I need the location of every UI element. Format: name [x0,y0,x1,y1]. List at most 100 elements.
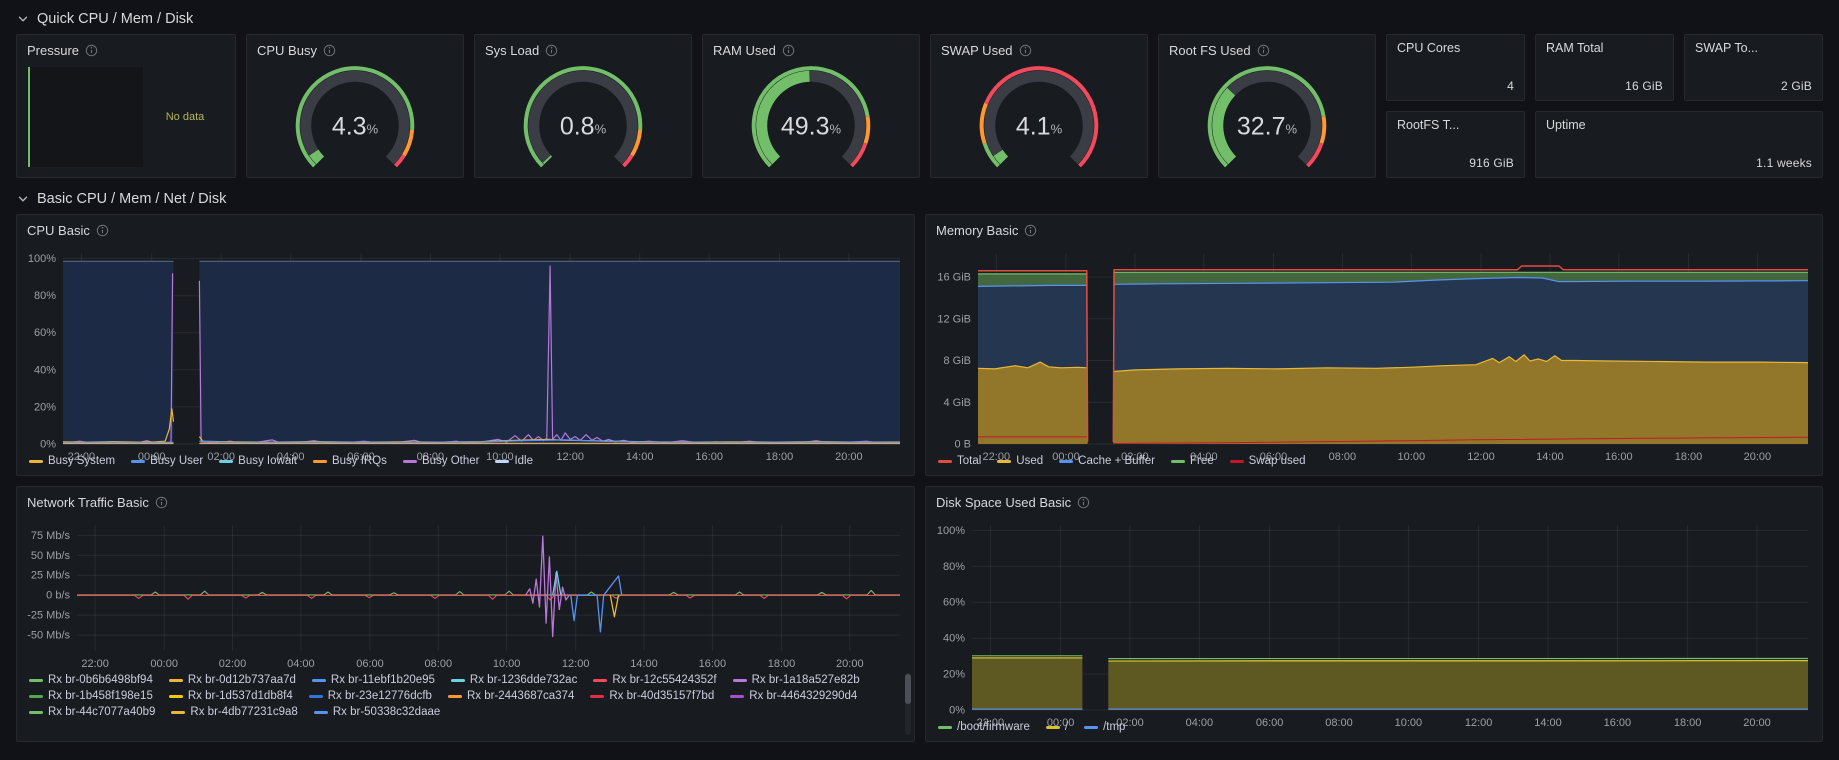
panel-cpu-busy: CPU Busy 4.3% [246,34,464,178]
legend-item[interactable]: Rx br-11ebf1b20e95 [311,674,435,686]
panel-disk-space-used-basic: Disk Space Used Basic 22:00 00:00 02:00 04:… [925,486,1823,742]
legend-item[interactable]: Rx br-23e12776dcfb [308,690,432,702]
panel-ram-used: RAM Used 49.3% [702,34,920,178]
svg-text:12:00: 12:00 [562,658,590,670]
panel-title-sys-load[interactable]: Sys Load [475,35,691,65]
info-icon[interactable] [323,44,336,57]
panel-title-network-traffic-basic[interactable]: Network Traffic Basic [17,487,914,517]
svg-text:04:00: 04:00 [287,658,315,670]
pressure-sparkline[interactable] [27,67,143,167]
info-icon[interactable] [96,224,109,237]
legend-item[interactable]: Busy User [131,455,203,467]
legend-item[interactable]: Busy Iowait [219,455,297,467]
panel-uptime: Uptime 1.1 weeks [1535,111,1823,178]
series-color-dash [590,694,605,698]
svg-text:40%: 40% [943,633,965,645]
series-color-dash [311,678,326,682]
legend-item[interactable]: Busy Other [402,455,479,467]
memory-basic-plot[interactable]: 22:00 00:00 02:00 04:00 06:00 08:00 10:00 12:00… [926,245,1822,463]
panel-title-swap-used[interactable]: SWAP Used [931,35,1147,65]
panel-title-text: CPU Basic [27,222,90,238]
panel-title-cpu-cores[interactable]: CPU Cores [1387,35,1524,61]
legend-item[interactable]: Rx br-40d35157f7bd [590,690,714,702]
panel-title-cpu-basic[interactable]: CPU Basic [17,215,914,245]
panel-title-ram-used[interactable]: RAM Used [703,35,919,65]
legend-label: Rx br-1236dde732ac [469,674,578,686]
no-data-text: No data [165,111,205,123]
info-icon[interactable] [545,44,558,57]
panel-title-root-fs-used[interactable]: Root FS Used [1159,35,1375,65]
info-icon[interactable] [782,44,795,57]
legend-item[interactable]: / [1045,721,1068,733]
legend-item[interactable]: Rx br-50338c32daae [313,706,440,718]
disk-space-legend: /boot/firmware / /tmp [926,718,1822,741]
legend-item[interactable]: Rx br-1a18a527e82b [732,674,860,686]
panel-swap-total: SWAP To... 2 GiB [1684,34,1823,101]
cpu-basic-plot[interactable]: 22:00 00:00 02:00 04:00 06:00 08:00 10:00 12:00… [17,245,914,463]
legend-item[interactable]: Busy IRQs [312,455,387,467]
info-icon[interactable] [85,44,98,57]
panel-title-disk-space-used-basic[interactable]: Disk Space Used Basic [926,487,1822,517]
legend-item[interactable]: Rx br-4464329290d4 [730,690,857,702]
sys-load-gauge: 0.8% [475,65,691,177]
legend-item[interactable]: Rx br-44c7077a40b9 [29,706,155,718]
legend-item[interactable]: Total [938,455,981,467]
panel-title-text: Root FS Used [1169,42,1251,58]
panel-ram-total: RAM Total 16 GiB [1535,34,1674,101]
svg-text:08:00: 08:00 [425,658,453,670]
panel-title-text: Disk Space Used Basic [936,494,1072,510]
legend-label: /tmp [1103,721,1126,733]
series-color-dash [938,459,952,463]
row-header-quick-cpu-mem-disk[interactable]: Quick CPU / Mem / Disk [16,4,193,34]
panel-title-pressure[interactable]: Pressure [17,35,235,65]
network-traffic-basic-plot[interactable]: 22:00 00:00 02:00 04:00 06:00 08:00 10:00 12:00… [17,517,914,671]
legend-item[interactable]: Rx br-0d12b737aa7d [168,674,296,686]
panel-title-swap-total[interactable]: SWAP To... [1685,35,1822,61]
legend-scrollbar-thumb[interactable] [905,674,911,704]
legend-item[interactable]: Rx br-0b6b6498bf94 [29,674,153,686]
legend-item[interactable]: Rx br-12c55424352f [593,674,717,686]
legend-item[interactable]: Busy System [29,455,115,467]
info-icon[interactable] [155,496,168,509]
panel-title-text: Uptime [1546,118,1586,132]
legend-item[interactable]: Swap used [1229,455,1306,467]
cpu-basic-legend: Busy System Busy User Busy Iowait Busy IRQs… [17,452,914,475]
svg-text:10:00: 10:00 [493,658,521,670]
legend-item[interactable]: /boot/firmware [938,721,1030,733]
legend-item[interactable]: /tmp [1084,721,1125,733]
legend-item[interactable]: Rx br-1d537d1db8f4 [168,690,293,702]
info-icon[interactable] [1019,44,1032,57]
series-color-dash [495,459,510,463]
legend-item[interactable]: Rx br-4db77231c9a8 [171,706,298,718]
legend-item[interactable]: Idle [495,455,533,467]
disk-space-used-plot[interactable]: 22:00 00:00 02:00 04:00 06:00 08:00 10:00 12:00… [926,517,1822,729]
panel-title-memory-basic[interactable]: Memory Basic [926,215,1822,245]
svg-text:0 b/s: 0 b/s [46,590,70,602]
svg-text:60%: 60% [34,327,56,339]
series-color-dash [730,694,745,698]
panel-title-uptime[interactable]: Uptime [1536,112,1822,138]
row-header-basic-cpu-mem-net-disk[interactable]: Basic CPU / Mem / Net / Disk [16,184,226,214]
legend-item[interactable]: Cache + Buffer [1059,455,1155,467]
legend-item[interactable]: Free [1170,455,1214,467]
legend-label: /boot/firmware [957,721,1030,733]
panel-sys-load: Sys Load 0.8% [474,34,692,178]
panel-title-rootfs-total[interactable]: RootFS T... [1387,112,1524,138]
panel-title-text: RAM Used [713,42,776,58]
legend-item[interactable]: Rx br-2443687ca374 [447,690,574,702]
panel-title-cpu-busy[interactable]: CPU Busy [247,35,463,65]
info-icon[interactable] [1077,496,1090,509]
info-icon[interactable] [1257,44,1270,57]
info-icon[interactable] [1024,224,1037,237]
series-color-dash [219,459,234,463]
row-title: Basic CPU / Mem / Net / Disk [37,191,227,207]
legend-scrollbar[interactable] [905,673,911,735]
legend-label: Rx br-44c7077a40b9 [48,706,156,718]
panel-title-ram-total[interactable]: RAM Total [1536,35,1673,61]
legend-item[interactable]: Rx br-1b458f198e15 [29,690,153,702]
panel-title-text: CPU Busy [257,42,317,58]
legend-item[interactable]: Rx br-1236dde732ac [450,674,578,686]
legend-item[interactable]: Used [997,455,1043,467]
svg-text:4.3%: 4.3% [332,112,379,140]
panel-title-text: Memory Basic [936,222,1019,238]
